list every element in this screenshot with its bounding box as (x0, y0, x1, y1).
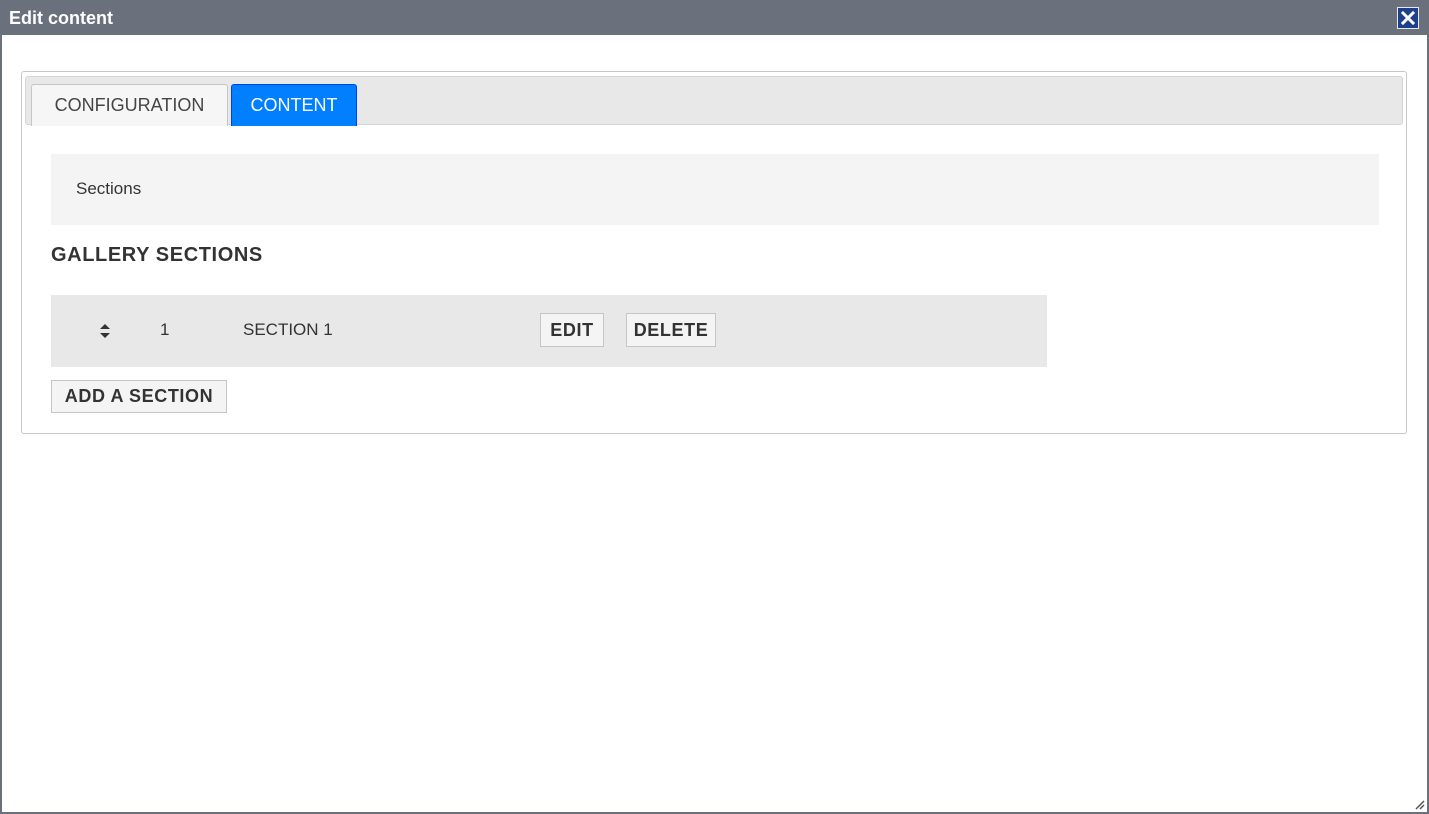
section-row: 1 SECTION 1 EDIT DELETE (51, 295, 1047, 367)
tab-content[interactable]: CONTENT (231, 84, 357, 126)
add-section-button[interactable]: ADD A SECTION (51, 380, 227, 413)
edit-section-button[interactable]: EDIT (540, 313, 604, 347)
close-button[interactable] (1397, 7, 1419, 29)
tabs-panel: CONFIGURATION CONTENT Sections GALLERY S… (21, 71, 1407, 434)
close-icon (1401, 11, 1415, 25)
gallery-sections-heading: GALLERY SECTIONS (51, 244, 263, 266)
section-number: 1 (160, 320, 170, 339)
sections-header: Sections (51, 154, 1379, 225)
tab-bar: CONFIGURATION CONTENT (25, 76, 1403, 126)
delete-section-button[interactable]: DELETE (626, 313, 716, 347)
dialog-title: Edit content (9, 8, 113, 28)
dialog-titlebar[interactable]: Edit content (0, 0, 1429, 35)
sections-label: Sections (76, 179, 142, 198)
edit-content-dialog: Edit content CONFIGURATION CONTENT Secti… (0, 0, 1429, 814)
resize-grip-icon[interactable] (1413, 798, 1425, 810)
sort-icon[interactable] (99, 323, 111, 339)
tab-configuration[interactable]: CONFIGURATION (31, 84, 228, 126)
section-name: SECTION 1 (243, 320, 333, 339)
